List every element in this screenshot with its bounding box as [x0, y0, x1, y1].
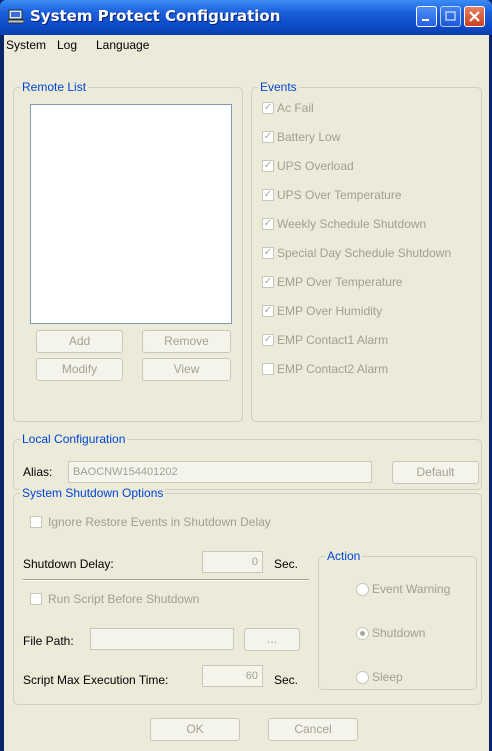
menu-language[interactable]: Language: [96, 38, 149, 52]
remove-button[interactable]: Remove: [142, 330, 231, 353]
event-checkbox[interactable]: ✓: [262, 305, 274, 317]
event-label: EMP Over Temperature: [277, 275, 403, 289]
shutdown-options-group: System Shutdown Options Ignore Restore E…: [13, 486, 482, 705]
browse-button[interactable]: ...: [244, 628, 300, 651]
divider: [23, 579, 309, 581]
minimize-icon: [422, 19, 429, 21]
cancel-button[interactable]: Cancel: [268, 718, 358, 741]
local-configuration-legend: Local Configuration: [20, 432, 128, 446]
action-group: Action Event Warning Shutdown Sleep: [318, 549, 477, 690]
event-label: Special Day Schedule Shutdown: [277, 246, 452, 260]
event-label: EMP Over Humidity: [277, 304, 383, 318]
remote-list-box[interactable]: [30, 104, 232, 324]
close-button[interactable]: [464, 6, 485, 27]
window-title: System Protect Configuration: [30, 7, 281, 25]
file-path-label: File Path:: [23, 634, 74, 648]
ignore-restore-checkbox[interactable]: [30, 516, 42, 528]
title-bar[interactable]: System Protect Configuration: [0, 0, 492, 35]
run-script-checkbox[interactable]: [30, 593, 42, 605]
close-icon: [469, 11, 480, 22]
event-checkbox[interactable]: ✓: [262, 189, 274, 201]
event-label: UPS Overload: [277, 159, 354, 173]
app-window: System Protect Configuration System Log …: [0, 0, 492, 751]
menu-bar: System Log Language: [4, 35, 489, 55]
event-checkbox[interactable]: ✓: [262, 131, 274, 143]
run-script-label: Run Script Before Shutdown: [48, 592, 200, 606]
menu-log[interactable]: Log: [57, 38, 77, 52]
default-button[interactable]: Default: [392, 461, 479, 484]
shutdown-delay-input[interactable]: 0: [202, 551, 263, 573]
action-label: Sleep: [372, 670, 403, 684]
event-label: Battery Low: [277, 130, 341, 144]
event-label: EMP Contact2 Alarm: [277, 362, 389, 376]
shutdown-delay-unit: Sec.: [274, 557, 299, 571]
max-time-label: Script Max Execution Time:: [23, 673, 169, 687]
event-label: Weekly Schedule Shutdown: [277, 217, 427, 231]
event-checkbox[interactable]: ✓: [262, 218, 274, 230]
local-configuration-group: Local Configuration Alias: BAOCNW1544012…: [13, 432, 482, 490]
action-label: Event Warning: [372, 582, 451, 596]
event-checkbox[interactable]: [262, 363, 274, 375]
event-checkbox[interactable]: ✓: [262, 247, 274, 259]
event-checkbox[interactable]: ✓: [262, 334, 274, 346]
event-checkbox[interactable]: ✓: [262, 102, 274, 114]
shutdown-options-legend: System Shutdown Options: [20, 486, 166, 500]
event-label: UPS Over Temperature: [277, 188, 402, 202]
maximize-button[interactable]: [440, 6, 461, 27]
menu-system[interactable]: System: [6, 38, 46, 52]
event-checkbox[interactable]: ✓: [262, 160, 274, 172]
alias-input[interactable]: BAOCNW154401202: [68, 461, 372, 483]
shutdown-delay-label: Shutdown Delay:: [23, 557, 114, 571]
events-group: Events ✓ Ac Fail ✓ Battery Low ✓ UPS Overload…: [251, 80, 482, 422]
event-label: Ac Fail: [277, 101, 314, 115]
minimize-button[interactable]: [416, 6, 437, 27]
max-time-input[interactable]: 60: [202, 665, 263, 687]
alias-label: Alias:: [23, 465, 53, 479]
remote-list-group: Remote List Add Remove Modify View: [13, 80, 243, 422]
remote-list-legend: Remote List: [20, 80, 89, 94]
event-label: EMP Contact1 Alarm: [277, 333, 389, 347]
modify-button[interactable]: Modify: [36, 358, 123, 381]
action-radio[interactable]: [356, 671, 369, 684]
action-label: Shutdown: [372, 626, 426, 640]
ok-button[interactable]: OK: [150, 718, 240, 741]
maximize-icon: [445, 11, 456, 21]
event-checkbox[interactable]: ✓: [262, 276, 274, 288]
action-radio[interactable]: [356, 583, 369, 596]
action-radio[interactable]: [356, 627, 369, 640]
computer-icon: [8, 9, 24, 24]
view-button[interactable]: View: [142, 358, 231, 381]
max-time-unit: Sec.: [274, 673, 299, 687]
action-legend: Action: [325, 549, 363, 563]
client-area: System Log Language Remote List Add Remo…: [4, 35, 489, 751]
events-legend: Events: [258, 80, 299, 94]
ignore-restore-label: Ignore Restore Events in Shutdown Delay: [48, 515, 271, 529]
file-path-input[interactable]: [90, 628, 234, 650]
add-button[interactable]: Add: [36, 330, 123, 353]
